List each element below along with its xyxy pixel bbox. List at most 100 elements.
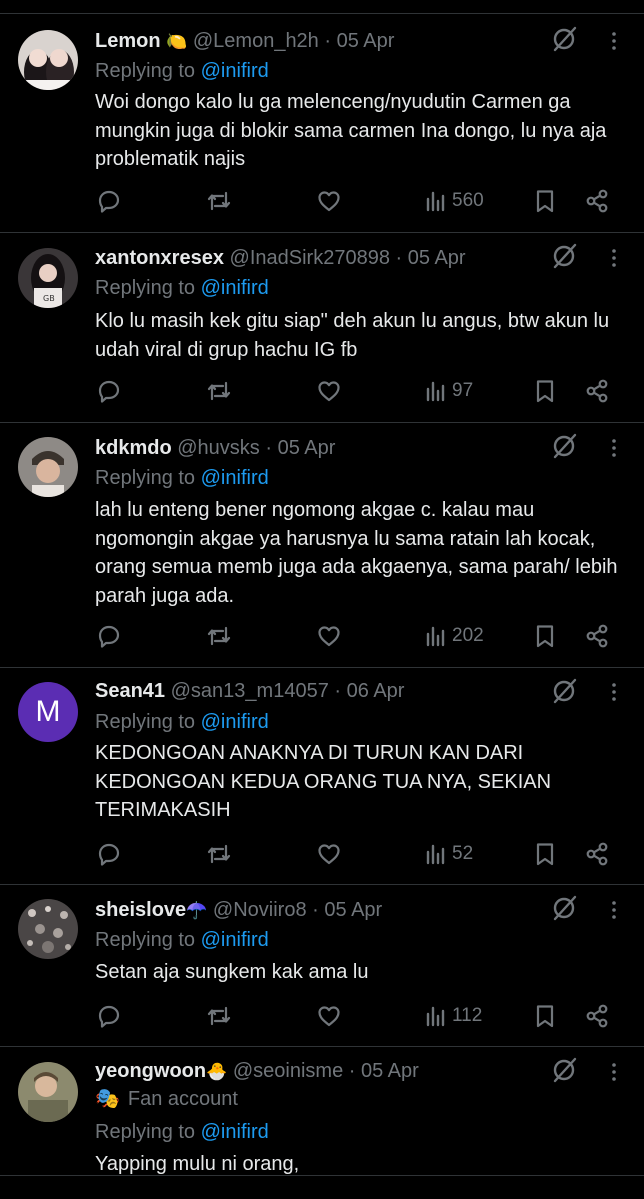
reply-tweet[interactable]: kdkmdo @huvsks · 05 Apr Replying to @ini… — [0, 423, 644, 668]
retweet-icon — [207, 191, 231, 211]
like-button[interactable] — [316, 375, 342, 407]
separator-dot: · — [395, 247, 403, 269]
name-badge: ☂️ — [186, 901, 208, 920]
grok-icon[interactable] — [550, 432, 578, 460]
share-button[interactable] — [584, 620, 610, 652]
replying-handle[interactable]: @inifird — [201, 277, 269, 299]
reply-date[interactable]: 05 Apr — [408, 247, 466, 269]
reply-button[interactable] — [96, 620, 122, 652]
reply-icon — [98, 190, 120, 213]
display-name[interactable]: sheislove — [95, 899, 186, 921]
display-name[interactable]: Sean41 — [95, 680, 165, 702]
grok-icon[interactable] — [550, 1056, 578, 1084]
bookmark-button[interactable] — [532, 838, 558, 870]
retweet-button[interactable] — [206, 838, 232, 870]
more-icon[interactable] — [606, 1059, 622, 1085]
reply-button[interactable] — [96, 1000, 122, 1032]
profile-photo-icon — [18, 437, 78, 497]
reply-date[interactable]: 05 Apr — [361, 1060, 419, 1082]
grok-icon[interactable] — [550, 894, 578, 922]
retweet-button[interactable] — [206, 185, 232, 217]
user-handle[interactable]: @san13_m14057 — [171, 680, 329, 702]
action-bar: 52 — [0, 838, 644, 870]
reply-tweet[interactable]: GB xantonxresex @InadSirk270898 · 05 Apr… — [0, 233, 644, 423]
views-icon — [426, 191, 445, 212]
share-button[interactable] — [584, 185, 610, 217]
reply-button[interactable] — [96, 185, 122, 217]
avatar[interactable]: GB — [18, 248, 78, 308]
reply-date[interactable]: 05 Apr — [337, 30, 395, 52]
name-badge: 🐣 — [206, 1062, 228, 1081]
bottom-divider — [0, 1175, 644, 1176]
replying-label: Replying to — [95, 277, 196, 299]
retweet-button[interactable] — [206, 1000, 232, 1032]
display-name[interactable]: kdkmdo — [95, 437, 172, 459]
replying-handle[interactable]: @inifird — [201, 711, 269, 733]
reply-date[interactable]: 05 Apr — [278, 437, 336, 459]
bookmark-button[interactable] — [532, 375, 558, 407]
more-icon[interactable] — [606, 435, 622, 461]
like-button[interactable] — [316, 620, 342, 652]
views-button[interactable]: 97 — [423, 375, 473, 407]
bookmark-button[interactable] — [532, 185, 558, 217]
avatar[interactable] — [18, 1062, 78, 1122]
retweet-icon — [207, 844, 231, 864]
bookmark-button[interactable] — [532, 620, 558, 652]
user-handle[interactable]: @InadSirk270898 — [230, 247, 390, 269]
user-handle[interactable]: @huvsks — [177, 437, 260, 459]
views-button[interactable]: 202 — [423, 620, 484, 652]
more-icon[interactable] — [606, 245, 622, 271]
grok-icon[interactable] — [550, 25, 578, 53]
more-icon[interactable] — [606, 679, 622, 705]
avatar[interactable] — [18, 30, 78, 90]
more-icon[interactable] — [606, 28, 622, 54]
retweet-button[interactable] — [206, 375, 232, 407]
fan-account-text: Fan account — [127, 1088, 238, 1110]
avatar[interactable] — [18, 437, 78, 497]
display-name[interactable]: xantonxresex — [95, 247, 224, 269]
reply-date[interactable]: 06 Apr — [347, 680, 405, 702]
reply-button[interactable] — [96, 375, 122, 407]
replying-handle[interactable]: @inifird — [201, 467, 269, 489]
grok-icon[interactable] — [550, 677, 578, 705]
mask-icon: 🎭 — [95, 1088, 120, 1110]
profile-photo-icon — [18, 899, 78, 959]
avatar[interactable]: M — [18, 682, 78, 742]
like-button[interactable] — [316, 185, 342, 217]
views-button[interactable]: 560 — [423, 185, 484, 217]
reply-button[interactable] — [96, 838, 122, 870]
user-handle[interactable]: @Lemon_h2h — [193, 30, 319, 52]
share-button[interactable] — [584, 375, 610, 407]
share-button[interactable] — [584, 838, 610, 870]
more-icon[interactable] — [606, 897, 622, 923]
display-name[interactable]: Lemon — [95, 30, 161, 52]
svg-text:GB: GB — [43, 294, 55, 303]
avatar[interactable] — [18, 899, 78, 959]
reply-tweet[interactable]: yeongwoon🐣 @seoinisme · 05 Apr 🎭 Fan acco… — [0, 1047, 644, 1199]
user-handle[interactable]: @Noviiro8 — [213, 899, 307, 921]
grok-icon[interactable] — [550, 242, 578, 270]
share-button[interactable] — [584, 1000, 610, 1032]
display-name[interactable]: yeongwoon — [95, 1060, 206, 1082]
avatar-letter: M — [35, 695, 61, 728]
views-button[interactable]: 112 — [423, 1000, 482, 1032]
like-button[interactable] — [316, 838, 342, 870]
reply-tweet[interactable]: M Sean41 @san13_m14057 · 06 Apr Replying… — [0, 668, 644, 885]
replying-to: Replying to @inifird — [95, 709, 269, 735]
views-button[interactable]: 52 — [423, 838, 473, 870]
share-icon — [586, 1004, 608, 1028]
separator-dot: · — [348, 1060, 356, 1082]
profile-photo-icon — [18, 1062, 78, 1122]
replying-handle[interactable]: @inifird — [201, 1121, 269, 1143]
retweet-button[interactable] — [206, 620, 232, 652]
replying-handle[interactable]: @inifird — [201, 929, 269, 951]
reply-tweet[interactable]: sheislove☂️ @Noviiro8 · 05 Apr Replying … — [0, 885, 644, 1047]
reply-date[interactable]: 05 Apr — [324, 899, 382, 921]
reply-tweet[interactable]: Lemon 🍋 @Lemon_h2h · 05 Apr Replying to … — [0, 15, 644, 233]
views-count: 97 — [452, 380, 474, 401]
replying-handle[interactable]: @inifird — [201, 60, 269, 82]
user-handle[interactable]: @seoinisme — [233, 1060, 343, 1082]
like-icon — [318, 191, 340, 212]
bookmark-button[interactable] — [532, 1000, 558, 1032]
like-button[interactable] — [316, 1000, 342, 1032]
